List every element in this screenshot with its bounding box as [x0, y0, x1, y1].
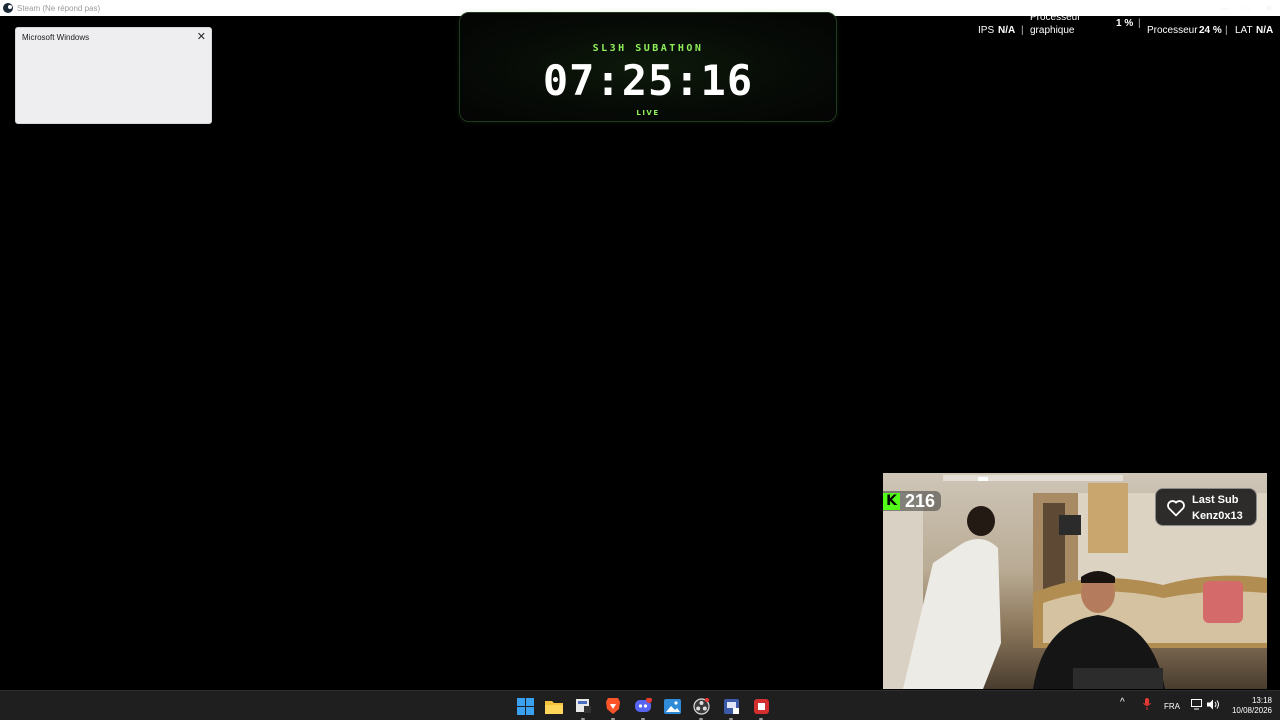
app-red-icon[interactable]: [752, 697, 770, 720]
lat-value: N/A: [1256, 25, 1274, 36]
windows-notification[interactable]: Microsoft Windows ✕: [15, 27, 212, 124]
system-clock[interactable]: 13:18 10/08/2026: [1232, 696, 1272, 716]
discord-icon[interactable]: [634, 697, 652, 720]
last-sub-widget: Last Sub Kenz0x13: [1155, 488, 1257, 526]
photos-icon[interactable]: [663, 697, 681, 715]
kick-logo-icon: K: [883, 492, 900, 510]
app-window-icon[interactable]: [722, 697, 740, 720]
clock-date: 10/08/2026: [1231, 706, 1272, 715]
language-indicator[interactable]: FRA: [1164, 702, 1180, 711]
lat-label: LAT: [1235, 25, 1253, 36]
separator: |: [1225, 25, 1228, 36]
timer-title: SL3H SUBATHON: [592, 43, 704, 54]
windows-logo-icon[interactable]: [516, 697, 534, 715]
ips-label: IPS: [978, 25, 995, 36]
webcam-feed: K 216 Last Sub Kenz0x13: [883, 473, 1267, 689]
last-sub-user: Kenz0x13: [1192, 510, 1243, 522]
cpu-label: Processeur: [1147, 25, 1198, 36]
notification-title: Microsoft Windows: [22, 33, 90, 42]
separator: |: [1021, 25, 1024, 36]
close-icon[interactable]: ✕: [197, 31, 206, 43]
cpu-value: 24 %: [1199, 25, 1222, 36]
last-sub-title: Last Sub: [1192, 494, 1239, 506]
network-icon[interactable]: [1191, 699, 1203, 712]
performance-overlay: IPS N/A | Processeur graphique 1 % | Pro…: [978, 10, 1278, 42]
gpu-label-line2: graphique: [1030, 25, 1075, 36]
clock-time: 13:18: [1251, 696, 1272, 705]
volume-icon[interactable]: [1207, 699, 1220, 712]
timer-status: LIVE: [636, 109, 660, 117]
steam-icon: [3, 3, 13, 13]
timer-value: 07:25:16: [542, 56, 754, 105]
obs-icon[interactable]: [692, 697, 710, 720]
ips-value: N/A: [998, 25, 1016, 36]
separator: |: [1138, 18, 1141, 29]
chevron-up-icon[interactable]: ^: [1120, 697, 1125, 708]
window-title: Steam (Ne répond pas): [17, 3, 101, 13]
brave-lion-icon[interactable]: [604, 697, 622, 720]
viewer-count: 216: [905, 490, 936, 511]
viewer-count-badge: K 216: [883, 490, 942, 511]
subathon-timer: SL3H SUBATHON 07:25:16 LIVE: [459, 12, 837, 122]
heart-icon: [1167, 500, 1185, 517]
folder-icon[interactable]: [545, 697, 563, 715]
taskbar: ^ FRA 13:18 10/08/2026: [0, 690, 1280, 720]
app-window-icon[interactable]: [574, 697, 592, 720]
microphone-icon[interactable]: [1143, 698, 1151, 712]
gpu-value: 1 %: [1116, 18, 1134, 29]
gpu-label-line1: Processeur: [1030, 12, 1081, 23]
